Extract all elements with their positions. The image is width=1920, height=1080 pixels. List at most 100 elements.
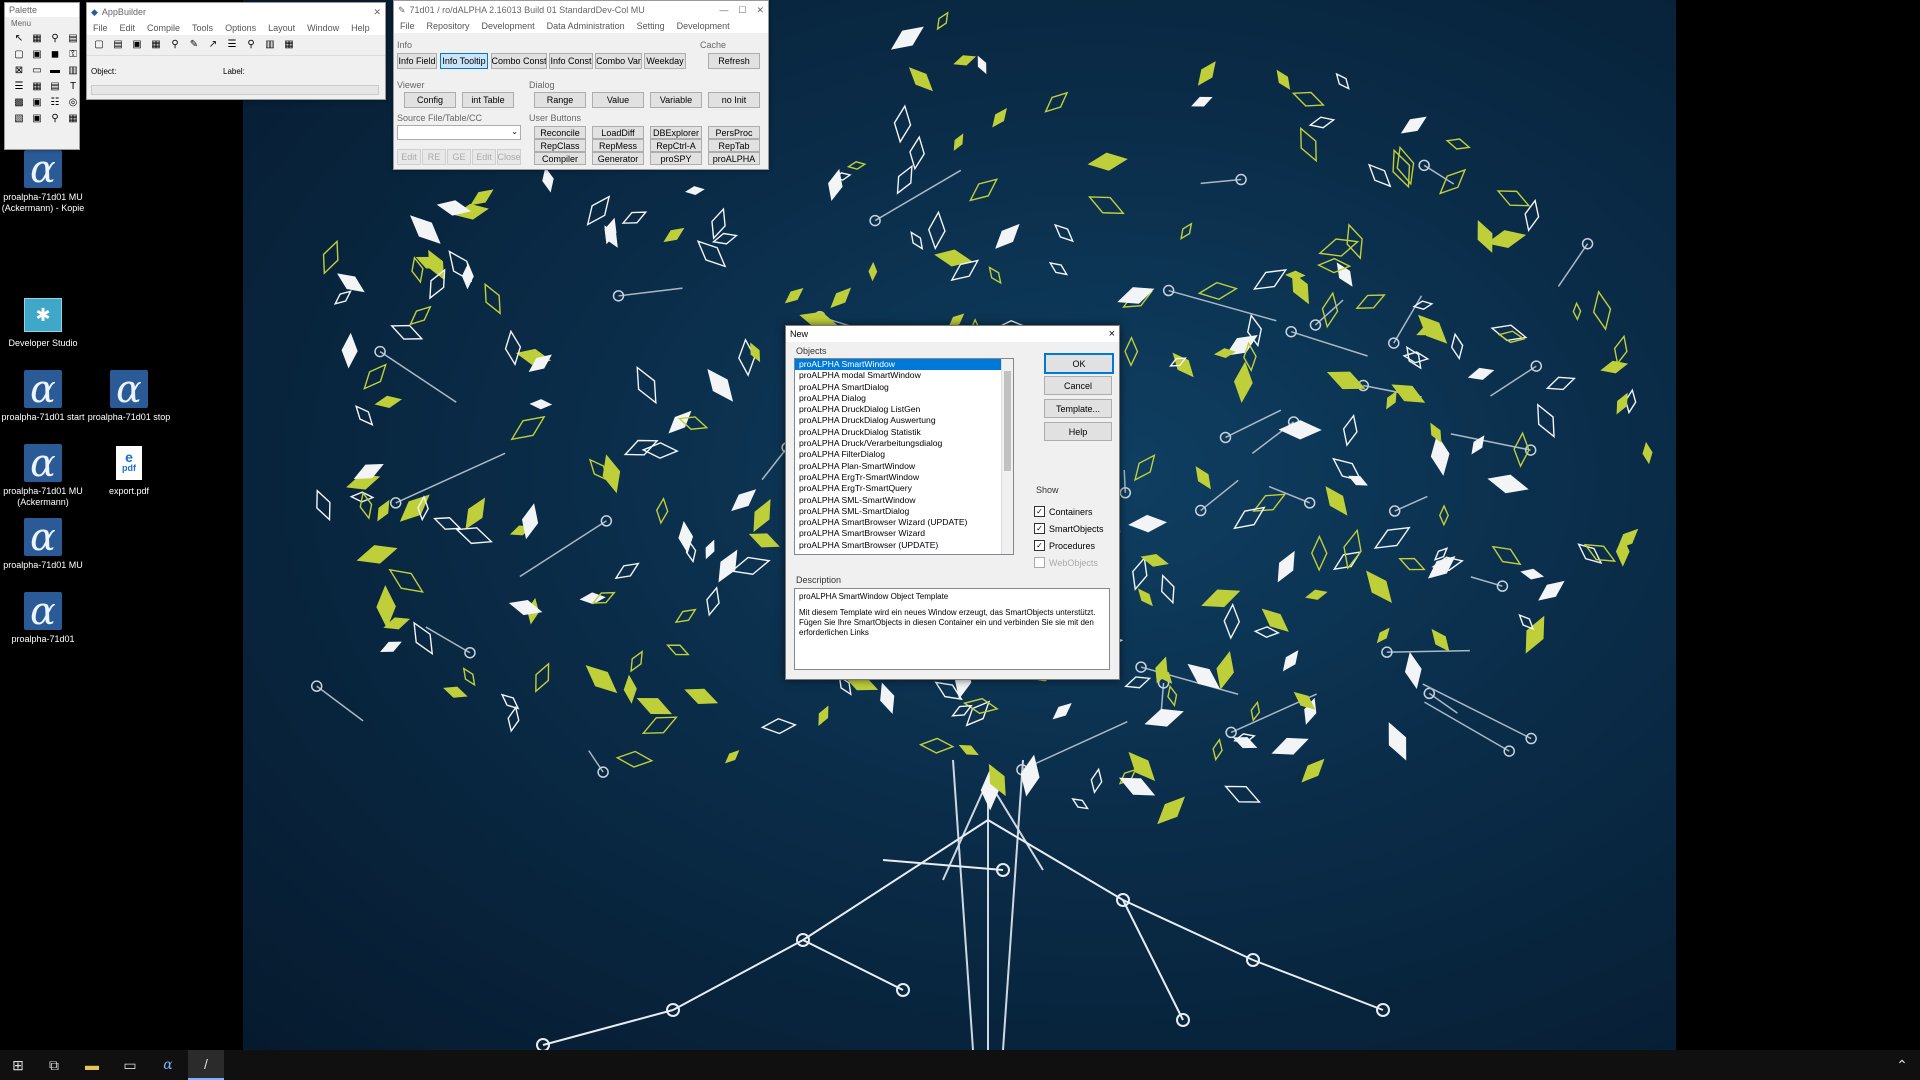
active-app-icon[interactable]: / (188, 1050, 224, 1080)
list-item[interactable]: proALPHA Plan-SmartWindow (795, 461, 1013, 472)
toolbar-icon[interactable]: ▤ (110, 38, 126, 52)
proalpha-icon[interactable]: α (150, 1050, 186, 1080)
list-item[interactable]: proALPHA SML-SmartDialog (795, 506, 1013, 517)
user-button-repclass[interactable]: RepClass (534, 139, 586, 152)
objects-scrollbar[interactable] (1001, 359, 1013, 554)
list-item[interactable]: proALPHA SmartBrowser (UPDATE) (795, 540, 1013, 551)
menu-edit[interactable]: Edit (120, 23, 136, 33)
palette-tool-icon[interactable]: ⊠ (11, 64, 27, 78)
maximize-icon[interactable]: ☐ (738, 5, 746, 16)
weekday-button[interactable]: Weekday (644, 53, 686, 69)
show-option-webobjects[interactable]: WebObjects (1034, 557, 1098, 568)
palette-tool-icon[interactable]: ▣ (29, 48, 45, 62)
toolbar-icon[interactable]: ⚲ (167, 38, 183, 52)
refresh-button[interactable]: Refresh (708, 53, 760, 69)
user-button-reptab[interactable]: RepTab (708, 139, 760, 152)
palette-tool-icon[interactable]: ⚲ (47, 112, 63, 126)
menu-compile[interactable]: Compile (147, 23, 180, 33)
list-item[interactable]: proALPHA ErgTr-SmartQuery (795, 483, 1013, 494)
palette-tool-icon[interactable]: ▣ (29, 112, 45, 126)
menu-setting[interactable]: Setting (637, 21, 665, 31)
cancel-button[interactable]: Cancel (1044, 376, 1112, 395)
menu-development-2[interactable]: Development (677, 21, 730, 31)
file-explorer-icon[interactable]: ▬ (74, 1050, 110, 1080)
desktop-icon-proalpha-start[interactable]: α proalpha-71d01 start (0, 370, 86, 423)
list-item[interactable]: proALPHA modal SmartWindow (795, 370, 1013, 381)
palette-tool-icon[interactable]: ☰ (11, 80, 27, 94)
palette-tool-icon[interactable]: ☷ (47, 96, 63, 110)
list-item[interactable]: proALPHA Dialog (795, 393, 1013, 404)
desktop-icon-proalpha-mu-kopie[interactable]: α proalpha-71d01 MU (Ackermann) - Kopie (0, 150, 86, 214)
checkbox[interactable]: ✓ (1034, 540, 1045, 551)
range-button[interactable]: Range (534, 92, 586, 108)
minimize-icon[interactable]: — (719, 5, 728, 15)
combo-const-button[interactable]: Combo Const (491, 53, 547, 69)
template-button[interactable]: Template... (1044, 399, 1112, 418)
checkbox[interactable]: ✓ (1034, 506, 1045, 517)
palette-tool-icon[interactable]: ◼ (47, 48, 63, 62)
list-item[interactable]: proALPHA DruckDialog Statistik (795, 427, 1013, 438)
menu-help[interactable]: Help (351, 23, 370, 33)
toolbar-icon[interactable]: ▥ (262, 38, 278, 52)
close-icon[interactable]: × (1109, 328, 1115, 340)
task-view-icon[interactable]: ⧉ (36, 1050, 72, 1080)
objects-listbox[interactable]: proALPHA SmartWindow proALPHA modal Smart… (794, 358, 1014, 555)
menu-repository[interactable]: Repository (427, 21, 470, 31)
user-button-generator[interactable]: Generator (592, 152, 644, 165)
no-init-button[interactable]: no Init (708, 92, 760, 108)
config-button[interactable]: Config (404, 92, 456, 108)
list-item[interactable]: proALPHA FilterDialog (795, 449, 1013, 460)
list-item[interactable]: proALPHA SmartDialog (795, 382, 1013, 393)
palette-tool-icon[interactable]: ▩ (11, 96, 27, 110)
source-file-combo[interactable]: ⌄ (397, 125, 521, 140)
start-icon[interactable]: ⊞ (0, 1050, 36, 1080)
desktop-icon-proalpha-stop[interactable]: α proalpha-71d01 stop (86, 370, 172, 423)
toolbar-icon[interactable]: ▦ (148, 38, 164, 52)
variable-button[interactable]: Variable (650, 92, 702, 108)
menu-window[interactable]: Window (307, 23, 339, 33)
source-edit2-button[interactable]: Edit (472, 149, 496, 165)
chevron-up-icon[interactable]: ⌃ (1884, 1050, 1920, 1080)
palette-tool-icon[interactable]: ▥ (65, 64, 81, 78)
menu-file[interactable]: File (400, 21, 415, 31)
checkbox[interactable] (1034, 557, 1045, 568)
menu-file[interactable]: File (93, 23, 108, 33)
int-table-button[interactable]: int Table (462, 92, 514, 108)
user-button-repctrl-a[interactable]: RepCtrl-A (650, 139, 702, 152)
ok-button[interactable]: OK (1044, 353, 1114, 374)
toolbar-icon[interactable]: ⚲ (243, 38, 259, 52)
toolbar-icon[interactable]: ▣ (129, 38, 145, 52)
palette-tool-icon[interactable]: T (65, 80, 81, 94)
palette-tool-icon[interactable]: ▦ (29, 32, 45, 46)
source-edit-button[interactable]: Edit (397, 149, 421, 165)
list-item[interactable]: proALPHA SmartWindow (795, 359, 1013, 371)
palette-tool-icon[interactable]: ▭ (29, 64, 45, 78)
desktop-icon-proalpha[interactable]: α proalpha-71d01 (0, 592, 86, 645)
menu-layout[interactable]: Layout (268, 23, 295, 33)
value-button[interactable]: Value (592, 92, 644, 108)
user-button-repmess[interactable]: RepMess (592, 139, 644, 152)
palette-tool-icon[interactable]: ▦ (29, 80, 45, 94)
show-option-procedures[interactable]: ✓ Procedures (1034, 540, 1095, 551)
menu-options[interactable]: Options (225, 23, 256, 33)
menu-development[interactable]: Development (482, 21, 535, 31)
close-icon[interactable]: ✕ (756, 5, 764, 16)
scrollbar-thumb[interactable] (1004, 371, 1011, 471)
user-button-loaddiff[interactable]: LoadDiff (592, 126, 644, 139)
show-option-containers[interactable]: ✓ Containers (1034, 506, 1093, 517)
palette-tool-icon[interactable]: ▢ (11, 48, 27, 62)
palette-tool-icon[interactable]: ▤ (65, 32, 81, 46)
checkbox[interactable]: ✓ (1034, 523, 1045, 534)
palette-tool-icon[interactable]: ↖ (11, 32, 27, 46)
appbuilder-scrollbar[interactable] (91, 85, 379, 95)
close-icon[interactable]: ✕ (373, 7, 381, 18)
list-item[interactable]: proALPHA Druck/Verarbeitungsdialog (795, 438, 1013, 449)
toolbar-icon[interactable]: ▢ (91, 38, 107, 52)
user-button-dbexplorer[interactable]: DBExplorer (650, 126, 702, 139)
menu-data-administration[interactable]: Data Administration (547, 21, 625, 31)
info-const-button[interactable]: Info Const (549, 53, 593, 69)
list-item[interactable]: proALPHA SmartBrowser Wizard (UPDATE) (795, 517, 1013, 528)
palette-tool-icon[interactable]: ⚿ (65, 48, 81, 62)
user-button-reconcile[interactable]: Reconcile (534, 126, 586, 139)
list-item[interactable]: proALPHA ErgTr-SmartWindow (795, 472, 1013, 483)
